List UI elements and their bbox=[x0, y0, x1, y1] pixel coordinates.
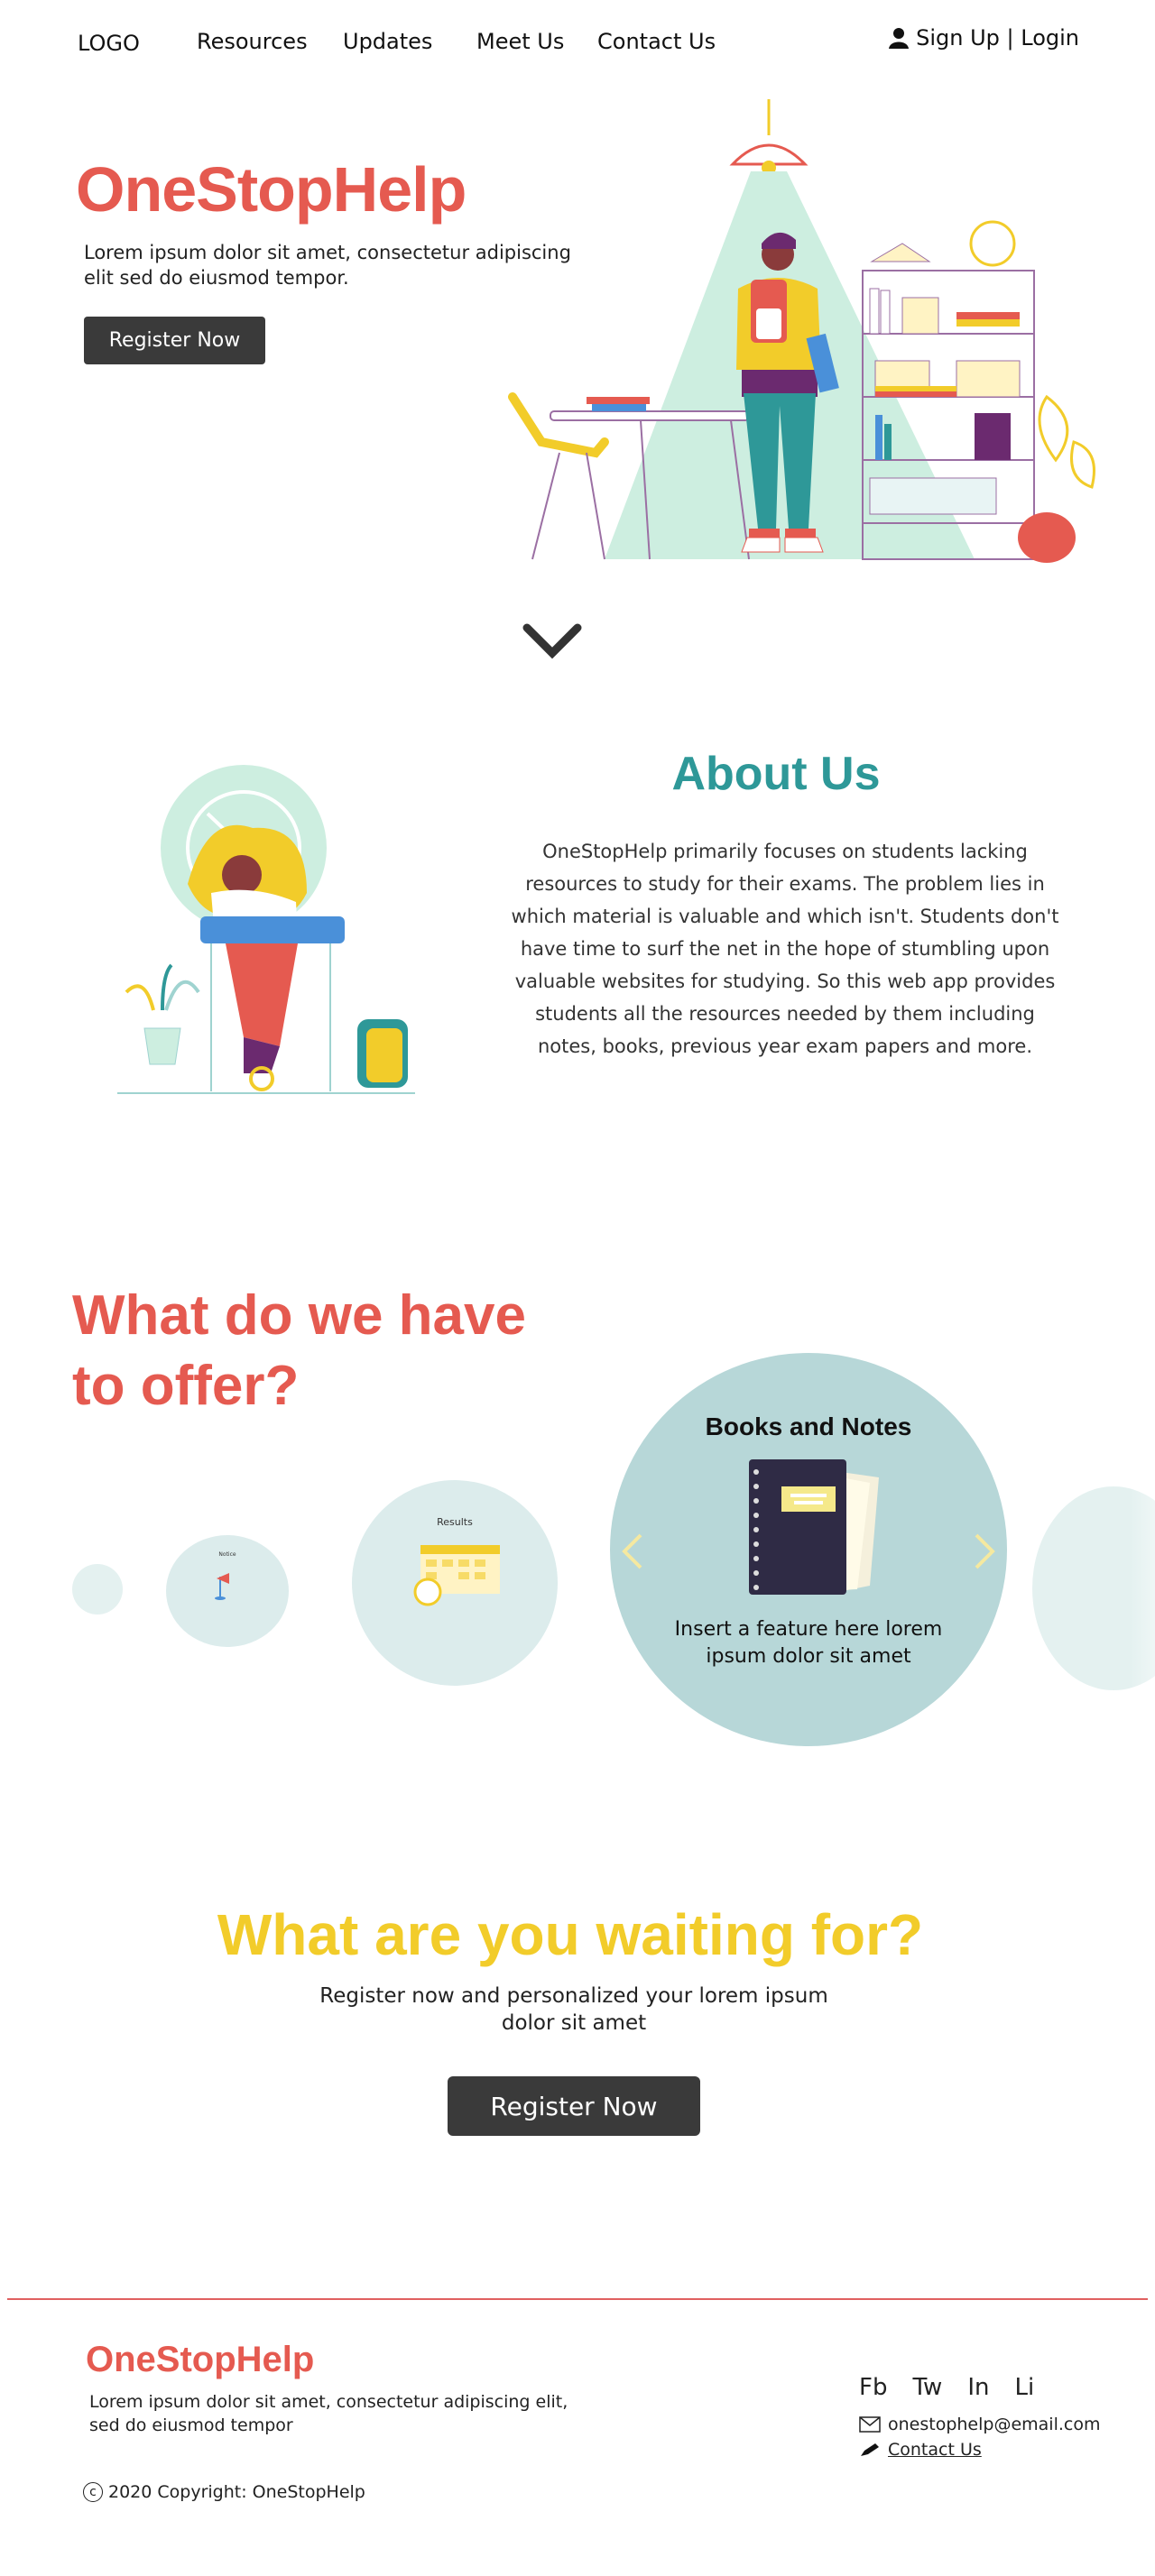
footer-subtitle: Lorem ipsum dolor sit amet, consectetur … bbox=[89, 2392, 568, 2435]
footer-divider bbox=[7, 2298, 1148, 2300]
social-link-twitter[interactable]: Tw bbox=[912, 2374, 942, 2401]
calendar-icon bbox=[413, 1545, 500, 1606]
nav-link-updates[interactable]: Updates bbox=[343, 29, 432, 54]
social-link-facebook[interactable]: Fb bbox=[859, 2374, 887, 2401]
envelope-icon bbox=[859, 2416, 881, 2433]
footer-brand: OneStopHelp bbox=[86, 2340, 315, 2379]
logo[interactable]: LOGO bbox=[78, 31, 140, 56]
offer-title: What do we have to offer? bbox=[72, 1284, 526, 1417]
cta-register-button[interactable]: Register Now bbox=[448, 2076, 700, 2136]
footer-email[interactable]: onestophelp@email.com bbox=[888, 2412, 1100, 2437]
carousel-card-results[interactable]: Results bbox=[352, 1480, 558, 1686]
pen-icon bbox=[861, 2443, 879, 2456]
carousel-card-books-notes[interactable]: Books and Notes Insert a feature here lo… bbox=[610, 1353, 1007, 1746]
scroll-down-chevron-icon[interactable] bbox=[522, 622, 583, 662]
cta-subtitle: Register now and personalized your lorem… bbox=[319, 1984, 828, 2035]
carousel-card-notice-label: Notice bbox=[218, 1551, 236, 1558]
top-nav: LOGO Resources Updates Meet Us Contact U… bbox=[0, 0, 1155, 90]
user-icon bbox=[889, 28, 910, 49]
footer-social-links: Fb Tw In Li bbox=[859, 2374, 1034, 2401]
footer-contact-link[interactable]: Contact Us bbox=[888, 2437, 982, 2462]
footer-contact: onestophelp@email.com Contact Us bbox=[859, 2412, 1100, 2462]
carousel-card-next-edge[interactable] bbox=[1032, 1486, 1155, 1690]
about-title: About Us bbox=[671, 748, 881, 800]
sign-up-login-link[interactable]: Sign Up | Login bbox=[889, 25, 1079, 51]
hero-register-button[interactable]: Register Now bbox=[84, 317, 265, 364]
carousel-dot[interactable] bbox=[72, 1564, 123, 1615]
notebook-icon bbox=[749, 1459, 879, 1595]
carousel-card-title: Books and Notes bbox=[705, 1412, 912, 1440]
social-link-instagram[interactable]: In bbox=[967, 2374, 989, 2401]
copyright-icon: c bbox=[83, 2482, 103, 2502]
carousel-card-notice[interactable]: Notice bbox=[166, 1535, 289, 1647]
footer-copyright: c 2020 Copyright: OneStopHelp bbox=[83, 2482, 365, 2502]
megaphone-icon bbox=[215, 1573, 229, 1600]
carousel-next-arrow-icon[interactable] bbox=[973, 1532, 996, 1571]
carousel-card-description: Insert a feature here lorem ipsum dolor … bbox=[674, 1618, 943, 1668]
nav-link-meet-us[interactable]: Meet Us bbox=[476, 29, 564, 54]
nav-link-contact-us[interactable]: Contact Us bbox=[597, 29, 716, 54]
hero-subtitle: Lorem ipsum dolor sit amet, consectetur … bbox=[84, 242, 571, 289]
student-library-illustration bbox=[508, 99, 1095, 563]
hero-title: OneStopHelp bbox=[76, 154, 467, 225]
nav-link-resources[interactable]: Resources bbox=[197, 29, 308, 54]
carousel-card-results-label: Results bbox=[437, 1516, 473, 1528]
auth-label: Sign Up | Login bbox=[916, 25, 1079, 51]
copyright-text: 2020 Copyright: OneStopHelp bbox=[108, 2482, 365, 2502]
girl-studying-illustration bbox=[117, 765, 415, 1094]
about-text: OneStopHelp primarily focuses on student… bbox=[511, 841, 1059, 1057]
cta-title: What are you waiting for? bbox=[217, 1902, 924, 1967]
carousel-prev-arrow-icon[interactable] bbox=[621, 1532, 644, 1571]
social-link-linkedin[interactable]: Li bbox=[1014, 2374, 1034, 2401]
